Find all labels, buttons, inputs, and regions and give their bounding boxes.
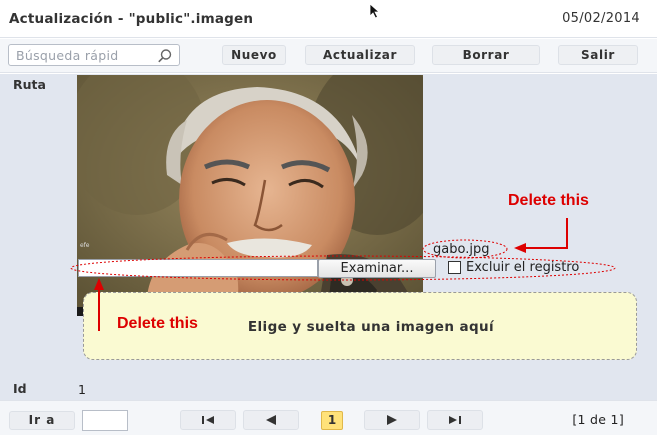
mouse-cursor-icon bbox=[369, 3, 381, 19]
page-info: [1 de 1] bbox=[572, 412, 624, 427]
quick-search-input[interactable]: Búsqueda rápid bbox=[8, 44, 180, 66]
id-label: Id bbox=[13, 381, 27, 396]
file-name: gabo.jpg bbox=[433, 242, 490, 257]
file-path-input[interactable] bbox=[78, 259, 318, 277]
photo-caption: efe bbox=[80, 242, 90, 249]
toolbar: Búsqueda rápid Nuevo Actualizar Borrar S… bbox=[0, 39, 657, 73]
goto-button[interactable]: Ir a bbox=[9, 411, 75, 430]
browse-button[interactable]: Examinar... bbox=[318, 259, 436, 278]
first-page-icon bbox=[202, 416, 214, 424]
title-bar: Actualización - "public".imagen 05/02/20… bbox=[0, 0, 657, 38]
last-page-button[interactable] bbox=[427, 410, 483, 430]
annotation-delete-top: Delete this bbox=[508, 192, 589, 209]
date-label: 05/02/2014 bbox=[562, 11, 640, 26]
exit-button[interactable]: Salir bbox=[558, 45, 638, 65]
search-placeholder: Búsqueda rápid bbox=[16, 48, 119, 63]
ruta-label: Ruta bbox=[13, 77, 46, 92]
goto-page-input[interactable] bbox=[82, 410, 128, 431]
pagination-bar: Ir a 1 [1 de 1] bbox=[0, 400, 657, 435]
exclude-label: Excluir el registro bbox=[466, 260, 580, 275]
new-button[interactable]: Nuevo bbox=[222, 45, 286, 65]
next-page-button[interactable] bbox=[364, 410, 420, 430]
last-page-icon bbox=[449, 416, 461, 424]
person-photo: efe bbox=[77, 75, 423, 316]
first-page-button[interactable] bbox=[180, 410, 236, 430]
search-icon[interactable] bbox=[157, 48, 173, 64]
window-title: Actualización - "public".imagen bbox=[9, 11, 254, 27]
previous-page-icon bbox=[266, 415, 276, 425]
next-page-icon bbox=[387, 415, 397, 425]
id-value: 1 bbox=[78, 382, 86, 397]
current-page[interactable]: 1 bbox=[321, 411, 343, 430]
delete-button[interactable]: Borrar bbox=[432, 45, 540, 65]
previous-page-button[interactable] bbox=[243, 410, 299, 430]
update-button[interactable]: Actualizar bbox=[305, 45, 415, 65]
annotation-delete-bottom: Delete this bbox=[117, 315, 198, 332]
form-area: Ruta efe gabo.jpg Examinar... Excluir el… bbox=[0, 74, 657, 400]
exclude-checkbox[interactable] bbox=[448, 261, 461, 274]
